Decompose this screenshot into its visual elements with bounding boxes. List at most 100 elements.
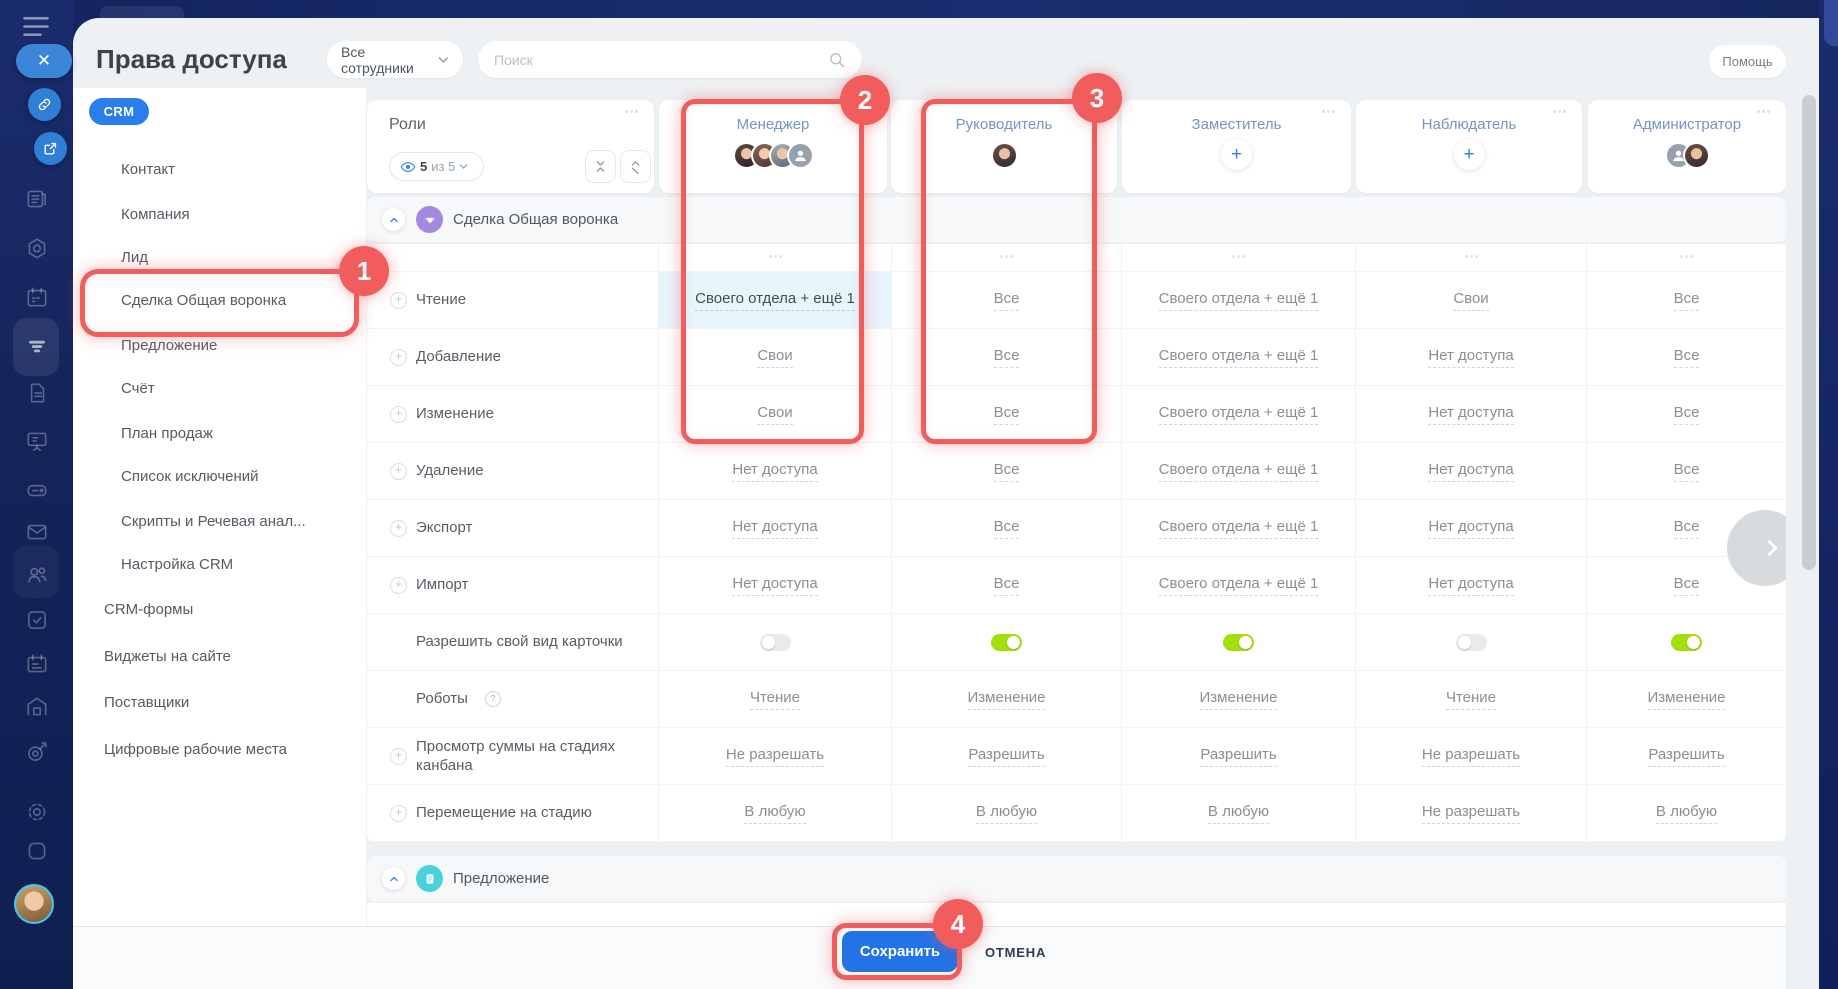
mail-icon[interactable] <box>24 519 50 545</box>
sidebar-item-9[interactable]: Настройка CRM <box>121 556 233 573</box>
calendar-icon[interactable] <box>24 284 50 310</box>
add-member-button[interactable]: + <box>1221 139 1252 170</box>
crm-funnel-icon[interactable] <box>24 333 50 359</box>
permission-value[interactable]: Нет доступа <box>1428 575 1513 596</box>
sidebar-item-7[interactable]: Список исключений <box>121 468 259 485</box>
permission-toggle[interactable] <box>1223 634 1254 651</box>
permission-value[interactable]: Нет доступа <box>1428 461 1513 482</box>
sidebar-item-4[interactable]: Предложение <box>121 337 217 354</box>
permission-value[interactable]: Своего отдела + ещё 1 <box>1159 290 1319 311</box>
schedule-icon[interactable] <box>24 651 50 677</box>
sidebar-root-item-3[interactable]: Цифровые рабочие места <box>104 741 287 758</box>
more-dots-icon[interactable] <box>1553 110 1566 113</box>
more-dots-icon[interactable] <box>1465 255 1478 258</box>
expand-row-icon[interactable]: + <box>390 463 407 480</box>
permission-value[interactable]: Все <box>1674 347 1700 368</box>
link-icon[interactable] <box>28 88 61 121</box>
permission-value[interactable]: Все <box>994 518 1020 539</box>
permission-toggle[interactable] <box>991 634 1022 651</box>
permission-toggle[interactable] <box>1456 634 1487 651</box>
permission-value[interactable]: Своего отдела + ещё 1 <box>1159 347 1319 368</box>
permission-value[interactable]: В любую <box>976 803 1037 824</box>
expand-all-button[interactable] <box>620 150 651 183</box>
expand-row-icon[interactable]: + <box>390 577 407 594</box>
more-icon[interactable] <box>24 838 50 864</box>
permission-value[interactable]: Изменение <box>1200 689 1278 710</box>
permission-value[interactable]: В любую <box>1656 803 1717 824</box>
permission-value[interactable]: Разрешить <box>968 746 1044 767</box>
permission-value[interactable]: Своего отдела + ещё 1 <box>1159 518 1319 539</box>
tasks-icon[interactable] <box>24 607 50 633</box>
permission-value[interactable]: Не разрешать <box>1422 746 1520 767</box>
expand-row-icon[interactable]: + <box>390 349 407 366</box>
permission-value[interactable]: Нет доступа <box>732 575 817 596</box>
warehouse-icon[interactable] <box>24 694 50 720</box>
permission-value[interactable]: Нет доступа <box>732 518 817 539</box>
permission-value[interactable]: Разрешить <box>1648 746 1724 767</box>
sidebar-item-1[interactable]: Компания <box>121 206 190 223</box>
permission-value[interactable]: Чтение <box>1446 689 1496 710</box>
employee-filter-dropdown[interactable]: Все сотрудники <box>327 41 463 78</box>
permission-value[interactable]: Своего отдела + ещё 1 <box>1159 575 1319 596</box>
more-dots-icon[interactable] <box>625 110 638 113</box>
employees-icon[interactable] <box>24 561 50 587</box>
cancel-button[interactable]: ОТМЕНА <box>985 945 1046 960</box>
collapse-section-button[interactable] <box>382 867 405 890</box>
permission-value[interactable]: Все <box>1674 290 1700 311</box>
close-icon[interactable]: ✕ <box>16 44 72 78</box>
permission-value[interactable]: Своего отдела + ещё 1 <box>1159 461 1319 482</box>
permission-value[interactable]: Все <box>1674 404 1700 425</box>
documents-icon[interactable] <box>24 380 50 406</box>
expand-row-icon[interactable]: + <box>390 406 407 423</box>
help-button[interactable]: Помощь <box>1709 45 1786 78</box>
permission-value[interactable]: Все <box>1674 518 1700 539</box>
expand-row-icon[interactable]: + <box>390 520 407 537</box>
permission-value[interactable]: Изменение <box>1648 689 1726 710</box>
sidebar-root-item-0[interactable]: CRM-формы <box>104 601 193 618</box>
permission-value[interactable]: Все <box>1674 461 1700 482</box>
sidebar-item-5[interactable]: Счёт <box>121 380 155 397</box>
services-icon[interactable] <box>24 236 50 262</box>
sidebar-item-0[interactable]: Контакт <box>121 161 175 178</box>
more-dots-icon[interactable] <box>1232 255 1245 258</box>
sites-icon[interactable] <box>24 428 50 454</box>
search-input[interactable] <box>494 52 794 68</box>
menu-icon[interactable] <box>22 16 50 37</box>
permission-value[interactable]: Разрешить <box>1200 746 1276 767</box>
external-link-icon[interactable] <box>34 132 67 165</box>
permission-value[interactable]: Нет доступа <box>1428 404 1513 425</box>
collapse-section-button[interactable] <box>382 208 405 231</box>
collapse-all-button[interactable] <box>585 150 616 183</box>
expand-row-icon[interactable]: + <box>390 292 407 309</box>
permission-value[interactable]: В любую <box>1208 803 1269 824</box>
more-dots-icon[interactable] <box>1322 110 1335 113</box>
permission-value[interactable]: Свои <box>1453 290 1488 311</box>
permission-value[interactable]: Не разрешать <box>726 746 824 767</box>
drive-icon[interactable] <box>24 477 50 503</box>
permission-toggle[interactable] <box>1671 634 1702 651</box>
permission-value[interactable]: В любую <box>744 803 805 824</box>
permission-value[interactable]: Не разрешать <box>1422 803 1520 824</box>
permission-value[interactable]: Изменение <box>968 689 1046 710</box>
permission-value[interactable]: Все <box>994 461 1020 482</box>
visible-roles-dropdown[interactable]: 5 из 5 <box>389 152 484 181</box>
permission-value[interactable]: Нет доступа <box>1428 518 1513 539</box>
scrollbar-thumb[interactable] <box>1802 95 1816 570</box>
permission-value[interactable]: Своего отдела + ещё 1 <box>1159 404 1319 425</box>
expand-row-icon[interactable]: + <box>390 805 407 822</box>
sidebar-root-item-2[interactable]: Поставщики <box>104 694 189 711</box>
settings-icon[interactable] <box>24 799 50 825</box>
permission-value[interactable]: Нет доступа <box>1428 347 1513 368</box>
permission-value[interactable]: Все <box>1674 575 1700 596</box>
permission-value[interactable]: Все <box>994 575 1020 596</box>
permission-value[interactable]: Нет доступа <box>732 461 817 482</box>
sidebar-item-2[interactable]: Лид <box>121 249 148 266</box>
more-dots-icon[interactable] <box>1757 110 1770 113</box>
sidebar-item-6[interactable]: План продаж <box>121 425 213 442</box>
expand-row-icon[interactable]: + <box>390 748 407 765</box>
user-avatar[interactable] <box>14 884 54 924</box>
feed-icon[interactable] <box>24 186 50 212</box>
more-dots-icon[interactable] <box>1680 255 1693 258</box>
permission-value[interactable]: Чтение <box>750 689 800 710</box>
permission-toggle[interactable] <box>760 634 791 651</box>
